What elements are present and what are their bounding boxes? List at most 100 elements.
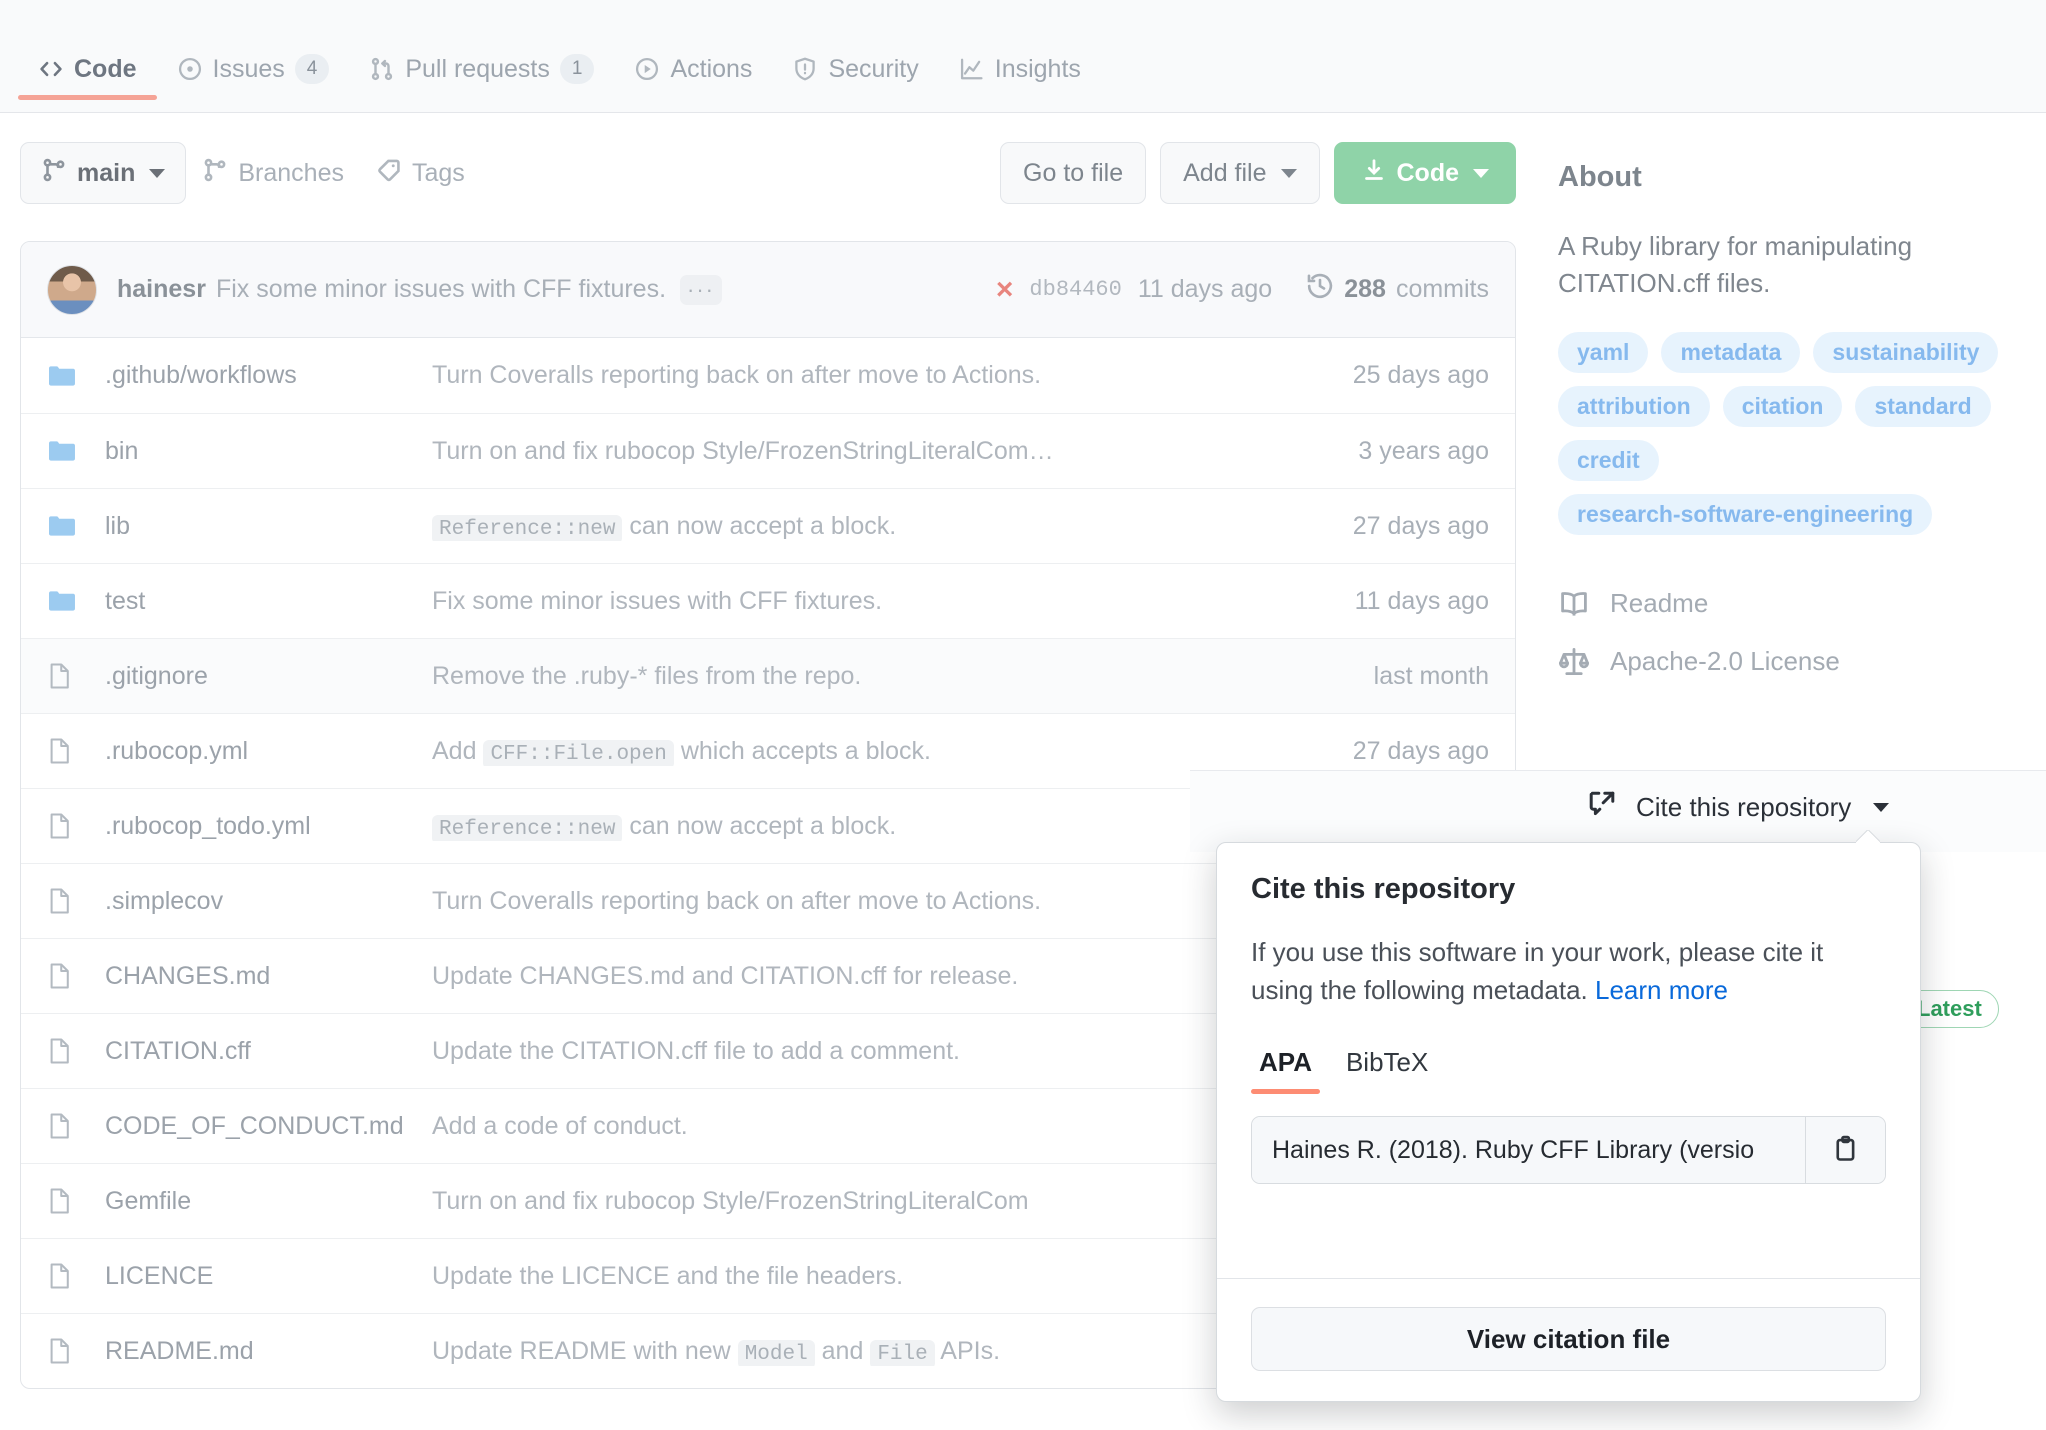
tab-code[interactable]: Code	[18, 0, 157, 100]
popover-body: Cite this repository If you use this sof…	[1217, 843, 1920, 1185]
tab-pull-requests[interactable]: Pull requests 1	[349, 0, 614, 100]
table-row[interactable]: .github/workflows Turn Coveralls reportin…	[21, 338, 1515, 413]
branches-button[interactable]: Branches	[186, 145, 360, 201]
inline-code: Model	[737, 1339, 815, 1366]
file-name-link[interactable]: CODE_OF_CONDUCT.md	[87, 1112, 432, 1141]
tab-issues[interactable]: Issues 4	[157, 0, 350, 100]
topics-list: yaml metadata sustainability attribution cit…	[1558, 331, 2006, 535]
file-icon	[47, 1187, 87, 1215]
tab-label: Code	[74, 54, 137, 83]
add-file-button[interactable]: Add file	[1160, 142, 1320, 204]
file-commit-message[interactable]: Turn on and fix rubocop Style/FrozenStri…	[432, 1187, 1257, 1216]
commit-message-tail: can now accept a block.	[622, 511, 897, 540]
topic-tag[interactable]: research-software-engineering	[1558, 493, 1933, 535]
commit-message-text: Update the CITATION.cff file to add a co…	[432, 1036, 961, 1065]
table-row[interactable]: lib Reference::new can now accept a block…	[21, 488, 1515, 563]
branch-selector-button[interactable]: main	[20, 142, 187, 204]
file-name-link[interactable]: lib	[87, 512, 432, 541]
tab-actions[interactable]: Actions	[614, 0, 772, 100]
topic-tag[interactable]: metadata	[1661, 331, 1801, 373]
file-name-link[interactable]: test	[87, 587, 432, 616]
file-name-link[interactable]: CITATION.cff	[87, 1037, 432, 1066]
learn-more-link[interactable]: Learn more	[1595, 975, 1728, 1005]
code-icon	[38, 56, 64, 82]
commit-author[interactable]: hainesr	[117, 275, 206, 304]
folder-icon	[47, 438, 87, 464]
file-commit-message[interactable]: Update the LICENCE and the file headers.	[432, 1262, 1257, 1291]
ci-status-failed-icon[interactable]: ×	[996, 274, 1014, 305]
tab-security[interactable]: Security	[772, 0, 938, 100]
latest-commit-header: hainesr Fix some minor issues with CFF f…	[21, 242, 1515, 338]
topic-tag[interactable]: attribution	[1558, 385, 1710, 427]
commit-details-button[interactable]: ···	[680, 274, 723, 305]
file-name-link[interactable]: Gemfile	[87, 1187, 432, 1216]
file-name-link[interactable]: .rubocop.yml	[87, 737, 432, 766]
tags-button[interactable]: Tags	[360, 145, 481, 201]
chevron-down-icon	[1473, 168, 1489, 178]
file-commit-message[interactable]: Add a code of conduct.	[432, 1112, 1257, 1141]
file-name-link[interactable]: LICENCE	[87, 1262, 432, 1291]
file-commit-message[interactable]: Turn Coveralls reporting back on after m…	[432, 361, 1257, 390]
topic-tag[interactable]: yaml	[1558, 331, 1649, 373]
file-commit-message[interactable]: Update the CITATION.cff file to add a co…	[432, 1037, 1257, 1066]
topic-tag[interactable]: sustainability	[1813, 331, 1999, 373]
code-download-button[interactable]: Code	[1333, 142, 1516, 204]
popover-arrow	[1856, 830, 1880, 843]
table-row[interactable]: test Fix some minor issues with CFF fixtu…	[21, 563, 1515, 638]
file-commit-message[interactable]: Update README with new Model and File AP…	[432, 1337, 1257, 1366]
file-commit-message[interactable]: Remove the .ruby-* files from the repo.	[432, 662, 1257, 691]
sidebar-item-readme[interactable]: Readme	[1558, 575, 2006, 633]
commit-message-text: Remove the .ruby-* files from the repo.	[432, 661, 862, 690]
tab-bibtex[interactable]: BibTeX	[1338, 1047, 1436, 1094]
commit-message[interactable]: Fix some minor issues with CFF fixtures.	[216, 275, 666, 304]
tags-label: Tags	[411, 158, 465, 187]
git-branch-icon	[41, 157, 67, 190]
citation-field	[1251, 1116, 1886, 1185]
file-commit-message[interactable]: Add CFF::File.open which accepts a block…	[432, 737, 1257, 766]
file-name-link[interactable]: .simplecov	[87, 887, 432, 916]
file-name-link[interactable]: README.md	[87, 1337, 432, 1366]
file-name-link[interactable]: bin	[87, 437, 432, 466]
file-commit-message[interactable]: Turn on and fix rubocop Style/FrozenStri…	[432, 437, 1257, 466]
file-name-link[interactable]: CHANGES.md	[87, 962, 432, 991]
sidebar-item-apache-2-0-license[interactable]: Apache-2.0 License	[1558, 633, 2006, 691]
topic-tag[interactable]: credit	[1558, 439, 1659, 481]
go-to-file-button[interactable]: Go to file	[1000, 142, 1147, 204]
about-description: A Ruby library for manipulating CITATION…	[1558, 231, 1913, 298]
topic-tag[interactable]: citation	[1722, 385, 1843, 427]
table-row[interactable]: .gitignore Remove the .ruby-* files from …	[21, 638, 1515, 713]
file-name-link[interactable]: .gitignore	[87, 662, 432, 691]
sidebar-item-label: Apache-2.0 License	[1610, 646, 1840, 677]
commit-sha[interactable]: db84460	[1029, 277, 1121, 302]
commit-meta: × db84460 11 days ago 288 commits	[996, 272, 1489, 307]
file-commit-time: 27 days ago	[1352, 736, 1489, 765]
file-commit-message[interactable]: Reference::new can now accept a block.	[432, 512, 1257, 541]
table-row[interactable]: bin Turn on and fix rubocop Style/FrozenS…	[21, 413, 1515, 488]
file-name-link[interactable]: .github/workflows	[87, 361, 432, 390]
popover-footer: View citation file	[1217, 1278, 1920, 1401]
branches-label: Branches	[238, 158, 344, 187]
file-commit-message[interactable]: Reference::new can now accept a block.	[432, 812, 1257, 841]
popover-description: If you use this software in your work, p…	[1251, 934, 1886, 1009]
copy-citation-button[interactable]	[1805, 1117, 1885, 1184]
file-icon	[47, 887, 87, 915]
commits-count-link[interactable]: 288 commits	[1306, 272, 1489, 307]
citation-format-tabs: APA BibTeX	[1251, 1047, 1886, 1095]
file-icon	[47, 737, 87, 765]
file-commit-time: last month	[1373, 661, 1489, 690]
sidebar-item-label: Readme	[1610, 588, 1709, 619]
file-name-link[interactable]: .rubocop_todo.yml	[87, 812, 432, 841]
cite-trigger-label: Cite this repository	[1636, 792, 1852, 822]
citation-text-input[interactable]	[1252, 1117, 1805, 1184]
tab-insights[interactable]: Insights	[939, 0, 1101, 100]
sidebar-item-cite-this-repository[interactable]: Cite this repository	[1586, 788, 1890, 827]
view-citation-file-button[interactable]: View citation file	[1251, 1307, 1886, 1371]
file-commit-message[interactable]: Update CHANGES.md and CITATION.cff for r…	[432, 962, 1257, 991]
tab-apa[interactable]: APA	[1251, 1047, 1320, 1095]
file-commit-message[interactable]: Turn Coveralls reporting back on after m…	[432, 887, 1257, 916]
chevron-down-icon	[149, 168, 166, 178]
file-commit-message[interactable]: Fix some minor issues with CFF fixtures.	[432, 587, 1257, 616]
code-button-label: Code	[1396, 158, 1460, 187]
topic-tag[interactable]: standard	[1855, 385, 1991, 427]
git-pull-request-icon	[369, 56, 395, 82]
